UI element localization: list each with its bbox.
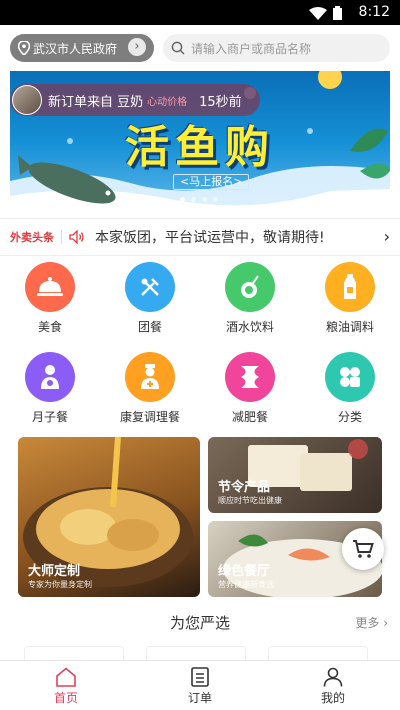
mother-icon — [25, 352, 75, 402]
avatar — [12, 85, 42, 115]
category-label: 粮油调料 — [325, 320, 374, 334]
category-confinement-meal[interactable]: 月子餐 — [10, 352, 90, 425]
profile-icon — [293, 665, 373, 689]
ticker-text: 本家饭团，平台试运营中，敬请期待! — [95, 230, 325, 246]
cart-icon — [353, 540, 374, 558]
category-group-meal[interactable]: 团餐 — [110, 262, 190, 335]
tab-home[interactable]: 首页 — [26, 665, 106, 706]
pagination-dot[interactable] — [180, 197, 185, 202]
oil-bottle-icon — [325, 262, 375, 312]
recommend-section-header: 为您严选 更多 › — [0, 608, 400, 636]
ticker-label: 外卖头条 — [10, 231, 54, 244]
promo-master-custom[interactable]: 大师定制 专家为你量身定制 — [18, 437, 200, 597]
promo-title: 节令产品 — [218, 480, 271, 495]
category-label: 酒水饮料 — [225, 320, 274, 334]
chevron-right-icon: › — [128, 38, 146, 56]
promo-caption: 节令产品 顺应时节吃出健康 — [218, 476, 282, 506]
toast-message: 新订单来自 豆奶 — [48, 94, 144, 110]
promo-seasonal[interactable]: 节令产品 顺应时节吃出健康 — [208, 437, 382, 513]
category-label: 减肥餐 — [231, 410, 268, 424]
category-diet-meal[interactable]: 减肥餐 — [210, 352, 290, 425]
promo-caption: 大师定制 专家为你量身定制 — [28, 560, 92, 590]
promo-caption: 绿色餐厅 营养健康新食选 — [218, 560, 274, 590]
promo-subtitle: 营养健康新食选 — [218, 580, 274, 589]
coconut-drink-icon — [225, 262, 275, 312]
header: 武汉市人民政府 › 请输入商户或商品名称 — [0, 25, 400, 71]
banner-signup-button[interactable]: <马上报名> — [173, 174, 250, 190]
section-title: 为您严选 — [169, 614, 230, 632]
ticker-divider — [61, 230, 62, 244]
tab-orders[interactable]: 订单 — [160, 665, 240, 706]
status-time: 8:12 — [358, 4, 390, 20]
pagination-dot[interactable] — [202, 197, 207, 202]
promo-subtitle: 顺应时节吃出健康 — [218, 496, 282, 505]
category-label: 团餐 — [137, 320, 162, 334]
category-label: 分类 — [337, 410, 362, 424]
battery-icon — [333, 6, 342, 20]
tab-label: 订单 — [187, 691, 212, 705]
tab-label: 我的 — [320, 691, 345, 705]
toast-time-ago: 15秒前 — [199, 94, 242, 110]
chevron-right-icon: › — [383, 616, 388, 630]
search-placeholder: 请输入商户或商品名称 — [191, 41, 312, 56]
banner-title: 活鱼购 — [125, 122, 275, 173]
more-link[interactable]: 更多 › — [355, 614, 388, 631]
category-label: 美食 — [37, 320, 62, 334]
grid-category-icon — [325, 352, 375, 402]
tab-label: 首页 — [53, 691, 78, 705]
orders-icon — [160, 665, 240, 689]
tab-profile[interactable]: 我的 — [293, 665, 373, 706]
promo-title: 大师定制 — [28, 564, 81, 579]
news-ticker[interactable]: 外卖头条 本家饭团，平台试运营中，敬请期待! › — [0, 218, 400, 256]
wifi-icon — [309, 6, 327, 20]
chevron-right-icon[interactable]: › — [384, 227, 390, 246]
category-rehab-meal[interactable]: 康复调理餐 — [110, 352, 190, 425]
search-input[interactable]: 请输入商户或商品名称 — [163, 34, 390, 62]
speaker-icon — [69, 230, 84, 244]
status-bar: 8:12 — [0, 0, 400, 25]
category-all[interactable]: 分类 — [310, 352, 390, 425]
bottom-tab-bar: 首页 订单 我的 — [0, 660, 400, 710]
cloche-icon — [25, 262, 75, 312]
promo-subtitle: 专家为你量身定制 — [28, 580, 92, 589]
status-icons — [309, 6, 342, 20]
search-icon — [171, 41, 185, 55]
location-pin-icon — [18, 41, 30, 55]
category-grain-oil[interactable]: 粮油调料 — [310, 262, 390, 335]
nurse-icon — [125, 352, 175, 402]
pagination-dot[interactable] — [191, 197, 196, 202]
location-text: 武汉市人民政府 — [33, 41, 118, 56]
waist-icon — [225, 352, 275, 402]
toast-tag: 心动价格 — [147, 96, 188, 108]
home-icon — [26, 665, 106, 689]
new-order-toast: 新订单来自 豆奶 心动价格 15秒前 — [10, 84, 260, 116]
pagination-dot[interactable] — [213, 197, 218, 202]
location-selector[interactable]: 武汉市人民政府 › — [10, 34, 154, 62]
utensils-icon — [125, 262, 175, 312]
category-food[interactable]: 美食 — [10, 262, 90, 335]
cart-button[interactable] — [342, 528, 384, 570]
category-label: 月子餐 — [31, 410, 68, 424]
category-label: 康复调理餐 — [119, 410, 180, 424]
more-link-label: 更多 — [355, 616, 380, 630]
banner-pagination[interactable] — [180, 197, 218, 202]
category-drinks[interactable]: 酒水饮料 — [210, 262, 290, 335]
promo-title: 绿色餐厅 — [218, 564, 271, 579]
